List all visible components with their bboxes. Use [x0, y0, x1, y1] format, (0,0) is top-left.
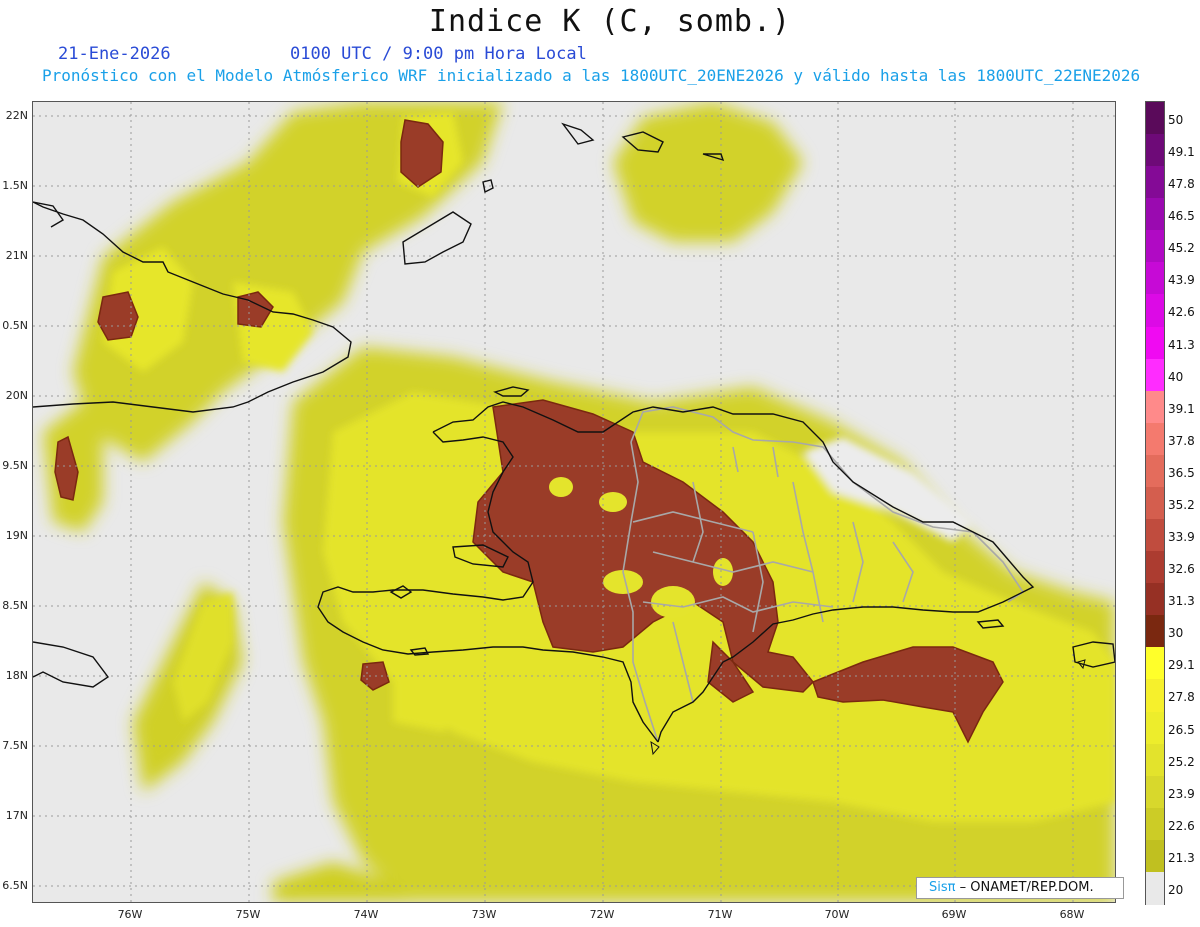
lat-label: 20N [5, 389, 28, 402]
colorbar-label: 20 [1168, 882, 1184, 897]
sispi-logo: Sisπ [929, 880, 956, 895]
colorbar-segment [1146, 551, 1164, 585]
colorbar-label: 31.3 [1168, 594, 1195, 609]
colorbar-label: 26.5 [1168, 722, 1195, 737]
colorbar-label: 49.1 [1168, 145, 1195, 160]
lat-label: 19N [5, 529, 28, 542]
colorbar-label: 37.8 [1168, 433, 1195, 448]
credit-box: Sisπ – ONAMET/REP.DOM. [916, 877, 1124, 899]
forecast-time: 0100 UTC / 9:00 pm Hora Local [290, 44, 587, 64]
colorbar-label: 29.1 [1168, 658, 1195, 673]
lon-label: 76W [117, 908, 143, 921]
colorbar-segment [1146, 486, 1164, 520]
lat-label: 0.5N [2, 319, 28, 332]
lon-label: 72W [589, 908, 615, 921]
colorbar-label: 21.3 [1168, 850, 1195, 865]
colorbar-label: 47.8 [1168, 177, 1195, 192]
map-panel [32, 101, 1116, 903]
colorbar-segment [1146, 390, 1164, 424]
colorbar-label: 41.3 [1168, 337, 1195, 352]
lat-label: 17N [5, 809, 28, 822]
colorbar-label: 35.2 [1168, 497, 1195, 512]
colorbar-segment [1146, 230, 1164, 264]
colorbar-label: 50 [1168, 113, 1184, 127]
colorbar-segment [1146, 679, 1164, 713]
colorbar-segment [1146, 647, 1164, 681]
colorbar-segment [1146, 102, 1164, 135]
colorbar-label: 46.5 [1168, 209, 1195, 224]
colorbar-label: 39.1 [1168, 401, 1195, 416]
forecast-date: 21-Ene-2026 [58, 44, 171, 64]
colorbar-segment [1146, 134, 1164, 168]
map-title: Indice K (C, somb.) [428, 4, 792, 39]
colorbar-segment [1146, 775, 1164, 809]
lon-label: 73W [471, 908, 497, 921]
map-canvas [33, 102, 1115, 902]
lat-label: 18N [5, 669, 28, 682]
colorbar-segment [1146, 711, 1164, 745]
lat-label: 9.5N [2, 459, 28, 472]
credit-org: – ONAMET/REP.DOM. [959, 880, 1094, 895]
colorbar-segment [1146, 615, 1164, 649]
colorbar-segment [1146, 422, 1164, 456]
colorbar-segment [1146, 519, 1164, 553]
lat-label: 21N [5, 249, 28, 262]
colorbar-label: 42.6 [1168, 305, 1195, 320]
lat-label: 6.5N [2, 879, 28, 892]
lon-label: 69W [941, 908, 967, 921]
colorbar-label: 32.6 [1168, 562, 1195, 577]
lon-label: 70W [824, 908, 850, 921]
colorbar-segment [1146, 583, 1164, 617]
colorbar [1145, 101, 1165, 905]
lat-label: 7.5N [2, 739, 28, 752]
colorbar-segment [1146, 454, 1164, 488]
colorbar-segment [1146, 358, 1164, 392]
colorbar-segment [1146, 198, 1164, 232]
colorbar-label: 36.5 [1168, 465, 1195, 480]
colorbar-label: 25.2 [1168, 754, 1195, 769]
colorbar-label: 27.8 [1168, 690, 1195, 705]
colorbar-label: 43.9 [1168, 273, 1195, 288]
colorbar-segment [1146, 839, 1164, 873]
lon-label: 71W [707, 908, 733, 921]
colorbar-segment [1146, 262, 1164, 296]
model-subtitle: Pronóstico con el Modelo Atmósferico WRF… [42, 66, 1141, 85]
lon-label: 74W [353, 908, 379, 921]
colorbar-label: 45.2 [1168, 241, 1195, 256]
lon-label: 68W [1059, 908, 1085, 921]
colorbar-segment [1146, 871, 1164, 905]
lat-label: 8.5N [2, 599, 28, 612]
colorbar-label: 40 [1168, 369, 1184, 384]
colorbar-label: 22.6 [1168, 818, 1195, 833]
lat-label: 1.5N [2, 179, 28, 192]
colorbar-label: 23.9 [1168, 786, 1195, 801]
colorbar-segment [1146, 294, 1164, 328]
colorbar-segment [1146, 807, 1164, 841]
colorbar-segment [1146, 166, 1164, 200]
lon-label: 75W [235, 908, 261, 921]
lat-label: 22N [5, 109, 28, 122]
colorbar-segment [1146, 743, 1164, 777]
colorbar-label: 33.9 [1168, 530, 1195, 545]
colorbar-label: 30 [1168, 626, 1184, 641]
colorbar-segment [1146, 326, 1164, 360]
